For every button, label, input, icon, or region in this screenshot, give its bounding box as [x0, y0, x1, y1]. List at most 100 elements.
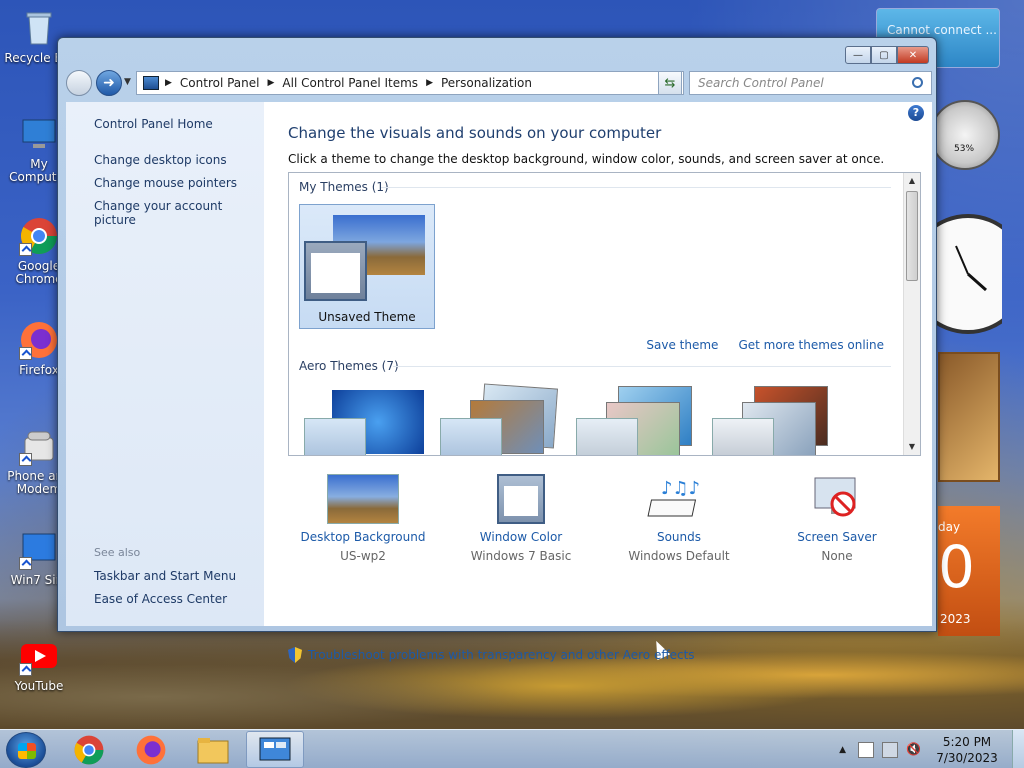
action-center-icon[interactable]: [858, 741, 874, 758]
screen-saver-link[interactable]: Screen Saver: [762, 530, 912, 544]
close-button[interactable]: ✕: [897, 46, 929, 64]
taskbar-start-menu-link[interactable]: Taskbar and Start Menu: [94, 569, 236, 583]
aero-theme-landscapes[interactable]: [712, 386, 836, 455]
sounds-item[interactable]: ♪♫♪ Sounds Windows Default: [604, 474, 754, 563]
back-button[interactable]: [66, 70, 92, 96]
taskbar: ▲ 🔇 5:20 PM 7/30/2023: [0, 729, 1024, 768]
search-input[interactable]: Search Control Panel: [689, 71, 932, 95]
themes-scrollbar[interactable]: ▲ ▼: [903, 173, 920, 455]
desktop-background-link[interactable]: Desktop Background: [288, 530, 438, 544]
save-theme-link[interactable]: Save theme: [646, 338, 718, 352]
my-themes-header: My Themes (1): [299, 180, 389, 194]
section-divider: [381, 187, 891, 188]
desktop-icon-label: YouTube: [14, 679, 64, 693]
desktop-background-value: US-wp2: [340, 549, 386, 563]
refresh-button[interactable]: ⇆: [658, 71, 682, 95]
calendar-gadget[interactable]: day 0 2023: [938, 506, 1000, 636]
window-color-icon: [497, 474, 545, 524]
show-hidden-icons-button[interactable]: ▲: [839, 745, 846, 755]
aero-theme-characters[interactable]: [576, 386, 700, 455]
taskbar-control-panel[interactable]: [246, 731, 304, 768]
desktop-icon-youtube[interactable]: YouTube: [0, 636, 78, 693]
window-color-item[interactable]: Window Color Windows 7 Basic: [446, 474, 596, 563]
minimize-button[interactable]: —: [845, 46, 871, 64]
scroll-down-button[interactable]: ▼: [904, 439, 920, 455]
scroll-up-button[interactable]: ▲: [904, 173, 920, 189]
address-bar[interactable]: ▶ Control Panel ▶ All Control Panel Item…: [136, 71, 684, 95]
refresh-icon: ⇆: [664, 75, 676, 91]
ease-of-access-link[interactable]: Ease of Access Center: [94, 592, 227, 606]
control-panel-home-link[interactable]: Control Panel Home: [94, 117, 213, 131]
meter-percent: 53%: [954, 144, 975, 154]
change-desktop-icons-link[interactable]: Change desktop icons: [94, 153, 227, 167]
screen-saver-icon: [801, 474, 873, 524]
sounds-icon: ♪♫♪: [643, 474, 715, 524]
aero-theme-architecture[interactable]: [440, 383, 564, 455]
screen-saver-item[interactable]: Screen Saver None: [762, 474, 912, 563]
unsaved-theme-tile[interactable]: Unsaved Theme: [299, 204, 435, 329]
search-icon[interactable]: [912, 77, 923, 88]
theme-window-preview: [304, 418, 366, 455]
clock-gadget[interactable]: [908, 210, 1024, 338]
computer-icon: [19, 114, 59, 154]
phone-icon: [19, 426, 59, 466]
volume-muted-icon[interactable]: 🔇: [906, 742, 922, 758]
taskbar-explorer[interactable]: [184, 731, 242, 768]
get-more-themes-link[interactable]: Get more themes online: [738, 338, 884, 352]
recycle-bin-icon: [19, 8, 59, 48]
forward-button[interactable]: ➜: [96, 70, 122, 96]
content-area: Control Panel Home Change desktop icons …: [66, 102, 932, 663]
chrome-icon: [74, 735, 104, 764]
change-account-picture-link[interactable]: Change your account picture: [94, 199, 264, 227]
youtube-icon: [19, 636, 59, 676]
sounds-link[interactable]: Sounds: [604, 530, 754, 544]
folder-icon: [197, 737, 229, 763]
aero-themes-header: Aero Themes (7): [299, 359, 399, 373]
breadcrumb-separator-icon[interactable]: ▶: [268, 78, 275, 88]
see-also-label: See also: [94, 546, 141, 559]
troubleshoot-link[interactable]: Troubleshoot problems with transparency …: [288, 647, 695, 663]
breadcrumb-personalization[interactable]: Personalization: [441, 76, 532, 90]
personalization-window: — ▢ ✕ ➜ ▼ ▶ Control Panel ▶ All Control …: [57, 37, 937, 663]
change-mouse-pointers-link[interactable]: Change mouse pointers: [94, 176, 237, 190]
desktop-landscape: [0, 620, 1024, 730]
control-panel-icon: [143, 76, 159, 90]
search-placeholder: Search Control Panel: [698, 76, 824, 90]
breadcrumb-all-items[interactable]: All Control Panel Items: [282, 76, 418, 90]
taskbar-firefox[interactable]: [122, 731, 180, 768]
navigation-bar: ➜ ▼ ▶ Control Panel ▶ All Control Panel …: [66, 70, 932, 96]
left-pane: Control Panel Home Change desktop icons …: [66, 102, 264, 626]
start-button[interactable]: [6, 732, 46, 768]
desktop-background-icon: [327, 474, 399, 524]
firefox-icon: [136, 735, 166, 764]
system-tray: ▲ 🔇 5:20 PM 7/30/2023: [839, 730, 1024, 768]
theme-window-preview: [576, 418, 638, 455]
taskbar-clock[interactable]: 5:20 PM 7/30/2023: [928, 734, 1006, 766]
shield-icon: [288, 647, 302, 663]
aero-theme-windows7[interactable]: [304, 390, 428, 455]
taskbar-chrome[interactable]: [60, 731, 118, 768]
maximize-button[interactable]: ▢: [871, 46, 897, 64]
picture-puzzle-gadget[interactable]: [938, 352, 1000, 482]
page-subtitle: Click a theme to change the desktop back…: [288, 152, 885, 166]
help-button[interactable]: ?: [908, 105, 924, 121]
windows-logo-icon: [18, 743, 36, 759]
page-title: Change the visuals and sounds on your co…: [288, 124, 662, 142]
control-panel-icon: [259, 737, 291, 760]
breadcrumb-separator-icon[interactable]: ▶: [165, 78, 172, 88]
themes-list[interactable]: My Themes (1) Unsaved Theme Save theme G…: [288, 172, 921, 456]
theme-window-preview: [440, 418, 502, 455]
scroll-thumb[interactable]: [906, 191, 918, 281]
sounds-value: Windows Default: [628, 549, 730, 563]
breadcrumb-control-panel[interactable]: Control Panel: [180, 76, 260, 90]
troubleshoot-text[interactable]: Troubleshoot problems with transparency …: [308, 648, 695, 662]
recent-pages-dropdown[interactable]: ▼: [124, 77, 131, 87]
network-icon[interactable]: [882, 741, 898, 758]
window-color-link[interactable]: Window Color: [446, 530, 596, 544]
chrome-icon: [19, 216, 59, 256]
show-desktop-button[interactable]: [1012, 730, 1024, 768]
cpu-meter-gadget[interactable]: 53%: [930, 100, 1000, 170]
theme-settings-row: Desktop Background US-wp2 Window Color W…: [288, 474, 928, 564]
desktop-background-item[interactable]: Desktop Background US-wp2: [288, 474, 438, 563]
breadcrumb-separator-icon[interactable]: ▶: [426, 78, 433, 88]
